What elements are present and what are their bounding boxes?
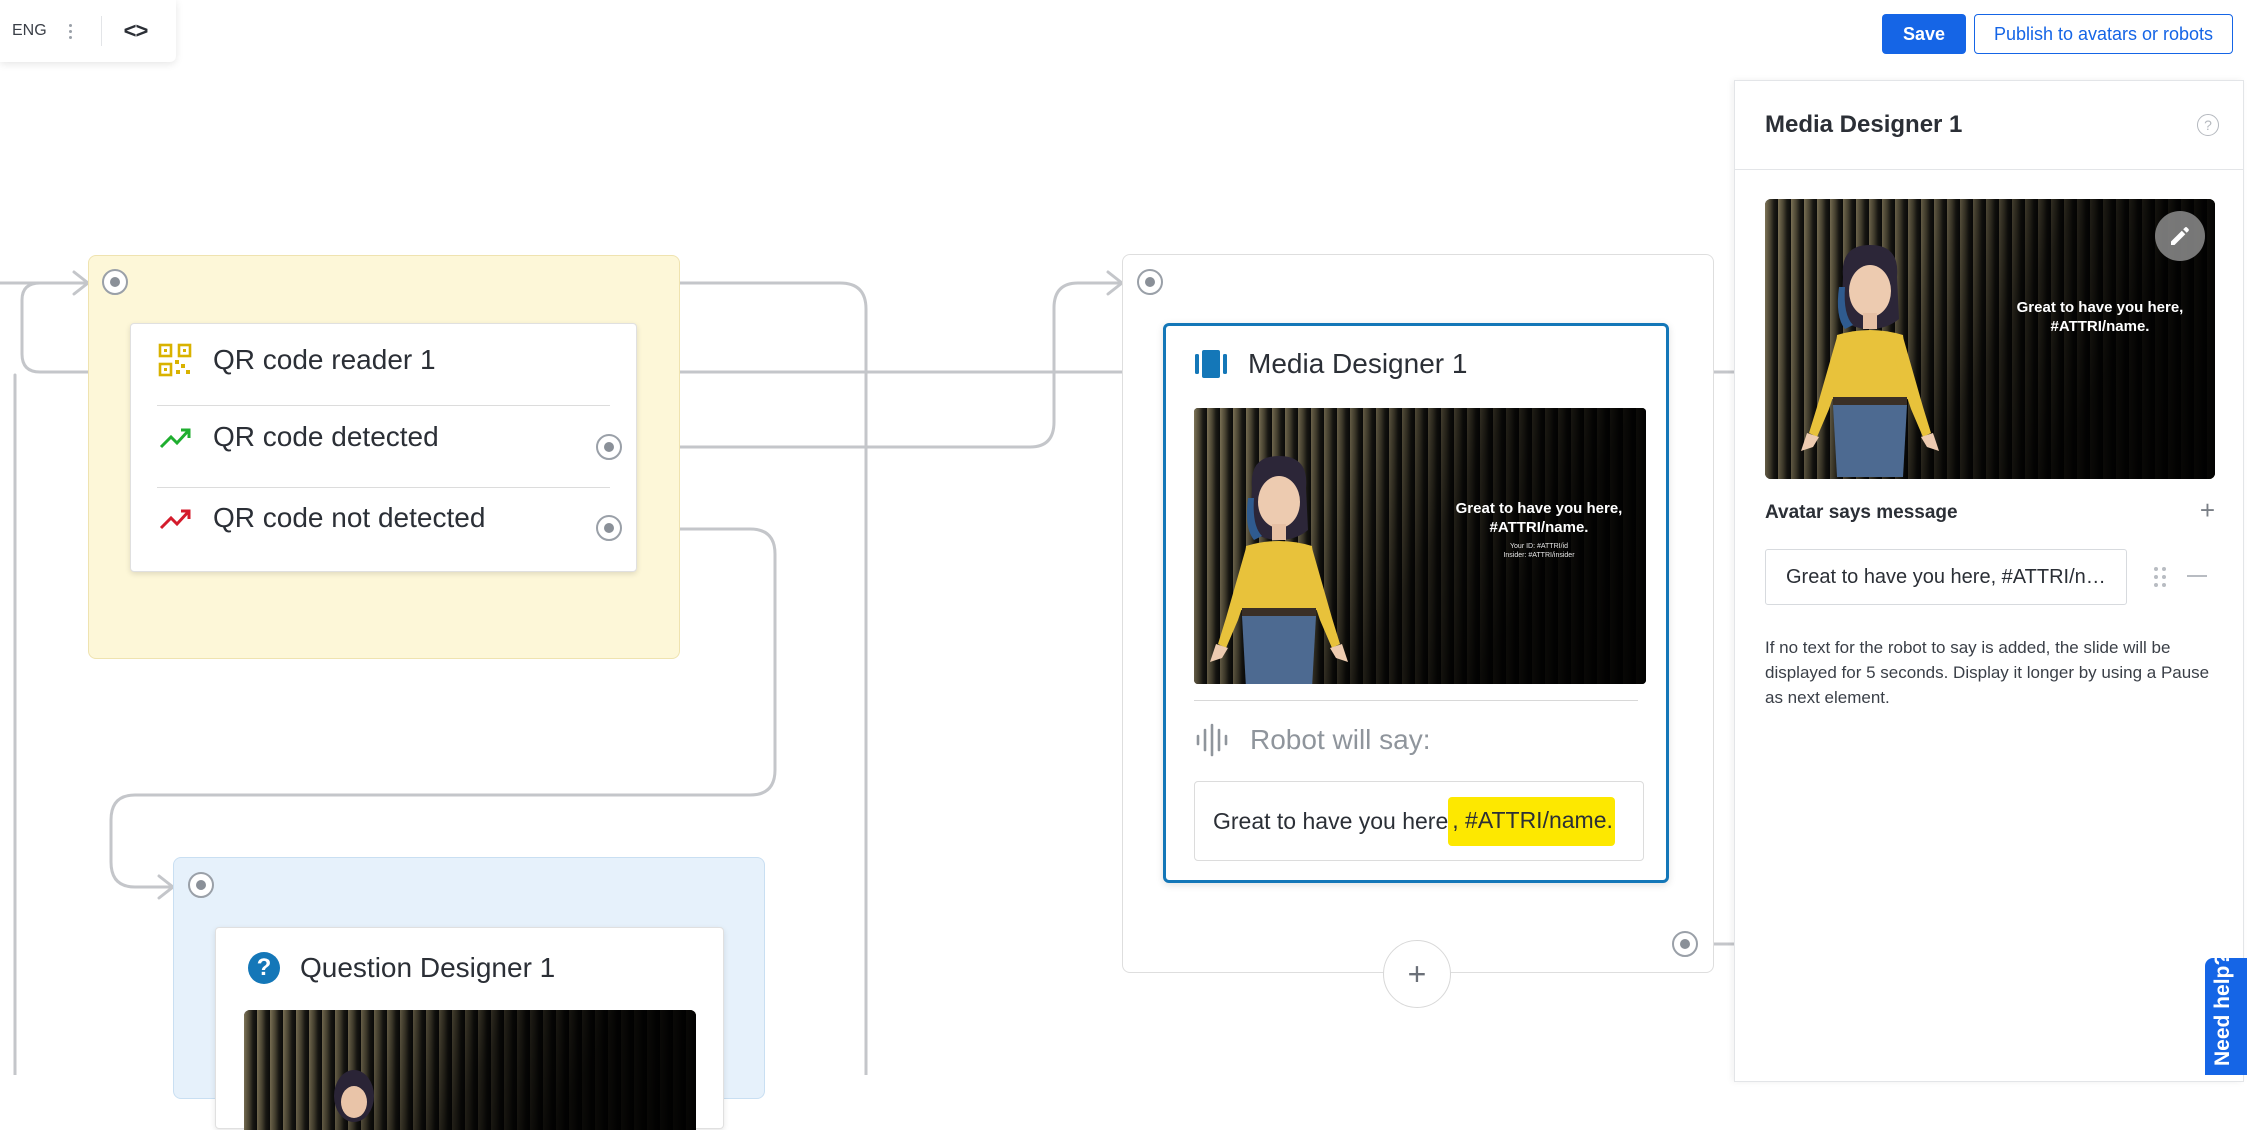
avatar-message-input[interactable]: Great to have you here, #ATTRI/name.	[1765, 549, 2127, 605]
preview-small-2: Insider: #ATTRI/insider	[1503, 552, 1575, 560]
edit-media-button[interactable]	[2155, 211, 2205, 261]
panel-header: Media Designer 1 ?	[1735, 81, 2243, 170]
question-node-title: Question Designer 1	[300, 952, 556, 983]
properties-panel: Media Designer 1 ? Great to have you her…	[1734, 80, 2244, 1082]
panel-preview-line-1: Great to have you here,	[2016, 299, 2184, 316]
question-circle-icon: ?	[248, 952, 280, 984]
more-options-icon[interactable]	[68, 23, 73, 39]
media-group-output-port[interactable]	[1672, 931, 1698, 957]
language-selector[interactable]: ENG	[12, 22, 47, 40]
preview-headline-2: #ATTRI/name.	[1489, 518, 1589, 536]
voice-wave-icon	[1196, 723, 1228, 757]
code-view-icon[interactable]: <>	[124, 18, 149, 44]
preview-small-1: Your ID: #ATTRI/id	[1510, 543, 1568, 550]
divider	[157, 405, 610, 406]
publish-button[interactable]: Publish to avatars or robots	[1974, 14, 2233, 54]
media-group-input-port[interactable]	[1137, 269, 1163, 295]
qr-output-label: QR code not detected	[213, 502, 486, 533]
qr-not-detected-output-port[interactable]	[596, 515, 622, 541]
add-element-button[interactable]: +	[1383, 940, 1451, 1008]
media-preview-image: Great to have you here, #ATTRI/name. You…	[1194, 408, 1646, 684]
panel-preview-line-2: #ATTRI/name.	[2050, 317, 2150, 335]
avatar-says-label: Avatar says message	[1765, 502, 1958, 523]
question-designer-node[interactable]: ? Question Designer 1	[215, 927, 724, 1130]
panel-title: Media Designer 1	[1765, 111, 1963, 138]
question-preview-image	[244, 1010, 696, 1130]
add-message-icon[interactable]: +	[2200, 495, 2215, 526]
toolbar-divider	[100, 16, 102, 46]
robot-say-label: Robot will say:	[1250, 724, 1431, 755]
drag-handle-icon[interactable]	[2154, 567, 2166, 587]
avatar-figure	[1210, 456, 1348, 684]
qr-code-icon	[158, 343, 192, 377]
need-help-label: Need help?	[2211, 958, 2234, 1066]
media-slides-icon	[1195, 350, 1227, 378]
panel-preview-image: Great to have you here, #ATTRI/name.	[1765, 199, 2215, 479]
qr-group-input-port[interactable]	[102, 269, 128, 295]
question-group-input-port[interactable]	[188, 872, 214, 898]
language-toolbar: ENG <>	[0, 0, 176, 62]
robot-say-text[interactable]: Great to have you here, #ATTRI/name.	[1194, 781, 1644, 861]
divider	[157, 487, 610, 488]
qr-node-title: QR code reader 1	[213, 344, 436, 375]
help-icon[interactable]: ?	[2197, 114, 2219, 136]
qr-detected-output-port[interactable]	[596, 434, 622, 460]
media-designer-node[interactable]: Media Designer 1 Great to have you here,…	[1163, 323, 1669, 883]
qr-output-detected[interactable]: QR code detected	[157, 419, 610, 455]
need-help-tab[interactable]: Need help?	[2205, 958, 2247, 1075]
remove-message-icon[interactable]	[2187, 575, 2207, 577]
save-button[interactable]: Save	[1882, 14, 1966, 54]
robot-say-text-plain: Great to have you here	[1213, 807, 1449, 834]
qr-code-reader-node[interactable]: QR code reader 1 QR code detected QR cod…	[130, 323, 637, 572]
qr-output-label: QR code detected	[213, 421, 439, 452]
divider	[1194, 700, 1638, 701]
panel-help-note: If no text for the robot to say is added…	[1765, 638, 2210, 707]
pencil-icon	[2171, 227, 2189, 245]
trend-down-icon	[159, 509, 191, 530]
attribute-highlight: , #ATTRI/name.	[1448, 796, 1615, 846]
media-node-title: Media Designer 1	[1248, 348, 1468, 379]
trend-up-icon	[159, 428, 191, 449]
avatar-figure	[1801, 245, 1939, 477]
qr-output-not-detected[interactable]: QR code not detected	[157, 500, 610, 536]
preview-headline-1: Great to have you here,	[1455, 500, 1623, 517]
